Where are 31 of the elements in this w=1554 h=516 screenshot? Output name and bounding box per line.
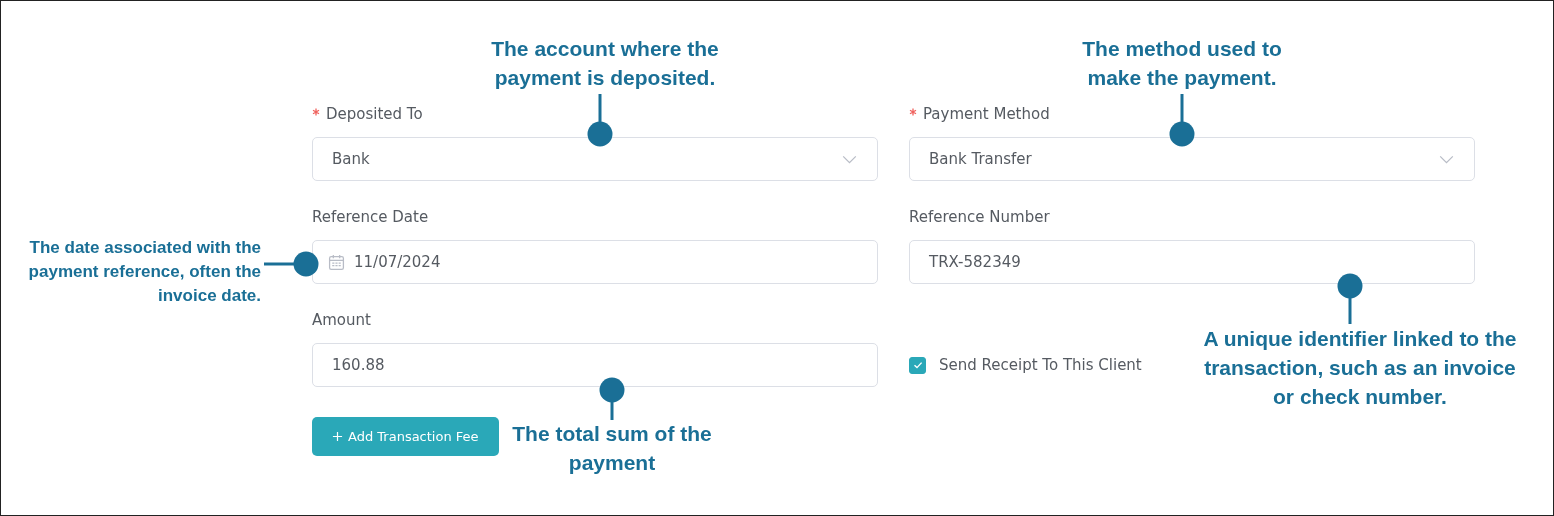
field-label: Amount bbox=[312, 311, 371, 329]
select-field[interactable]: Bank Transfer bbox=[909, 137, 1475, 181]
callout-dot bbox=[599, 377, 625, 403]
callout-text: The method used to make the payment. bbox=[1081, 36, 1283, 91]
field-label: Deposited To bbox=[326, 105, 423, 123]
leader-line bbox=[1180, 94, 1184, 122]
leader-line bbox=[610, 402, 614, 420]
callout-text: The total sum of the payment bbox=[512, 421, 712, 476]
input-field[interactable]: TRX-582349 bbox=[909, 240, 1475, 284]
callout-text: The date associated with the payment reference, often the invoice date. bbox=[27, 237, 261, 307]
callout-text: The account where the payment is deposited. bbox=[490, 36, 720, 91]
chevron-down-icon bbox=[1439, 154, 1454, 164]
callout-dot bbox=[293, 251, 319, 277]
date-field[interactable]: 11/07/2024 bbox=[312, 240, 878, 284]
leader-line bbox=[598, 94, 602, 122]
leader-line bbox=[264, 262, 294, 266]
calendar-icon bbox=[328, 253, 345, 271]
checkbox-label: Send Receipt To This Client bbox=[939, 356, 1142, 374]
input-field[interactable]: 160.88 bbox=[312, 343, 878, 387]
callout-dot bbox=[1337, 273, 1363, 299]
field-label: Reference Number bbox=[909, 208, 1050, 226]
chevron-down-icon bbox=[842, 154, 857, 164]
callout-dot bbox=[1169, 121, 1195, 147]
callout-dot bbox=[587, 121, 613, 147]
field-label: Reference Date bbox=[312, 208, 429, 226]
leader-line bbox=[1348, 298, 1352, 324]
checkbox[interactable] bbox=[909, 356, 926, 374]
plus-icon bbox=[332, 431, 343, 442]
select-field[interactable]: Bank bbox=[312, 137, 878, 181]
callout-text: A unique identifier linked to the transaction, such as an invoice or check number. bbox=[1202, 326, 1518, 410]
field-label: Payment Method bbox=[923, 105, 1050, 123]
